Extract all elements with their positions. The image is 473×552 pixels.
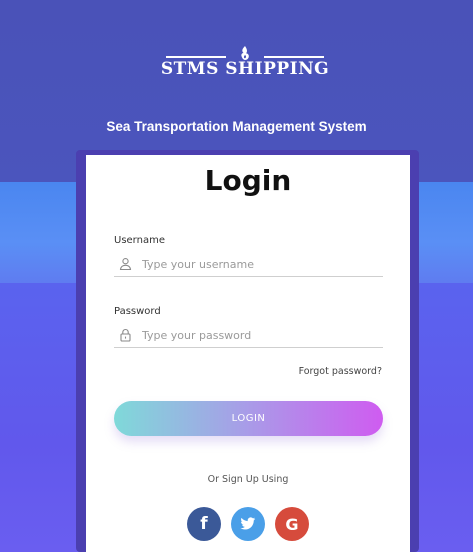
lock-icon bbox=[120, 328, 131, 342]
password-input[interactable] bbox=[142, 325, 378, 345]
facebook-button[interactable]: f bbox=[187, 507, 221, 541]
facebook-icon: f bbox=[200, 514, 208, 534]
login-button[interactable]: LOGIN bbox=[114, 401, 383, 436]
twitter-button[interactable] bbox=[231, 507, 265, 541]
signup-text: Or Sign Up Using bbox=[207, 474, 289, 485]
login-card: Login Username Password Forgot password?… bbox=[86, 155, 410, 552]
logo-line-right bbox=[264, 56, 324, 58]
system-subtitle: Sea Transportation Management System bbox=[106, 119, 367, 134]
username-field bbox=[114, 254, 383, 277]
google-button[interactable]: G bbox=[275, 507, 309, 541]
login-title: Login bbox=[204, 164, 292, 197]
twitter-icon bbox=[240, 517, 256, 530]
user-icon bbox=[119, 258, 132, 271]
username-label: Username bbox=[114, 235, 165, 246]
forgot-password-link[interactable]: Forgot password? bbox=[299, 366, 382, 377]
logo-mark bbox=[160, 45, 330, 60]
brand-logo: STMS SHIPPING bbox=[160, 33, 330, 88]
password-label: Password bbox=[114, 306, 161, 317]
username-input[interactable] bbox=[142, 254, 378, 274]
social-login-row: f G bbox=[187, 507, 311, 541]
logo-text: STMS SHIPPING bbox=[160, 59, 330, 79]
google-icon: G bbox=[285, 514, 299, 534]
password-field bbox=[114, 325, 383, 348]
logo-line-left bbox=[166, 56, 226, 58]
